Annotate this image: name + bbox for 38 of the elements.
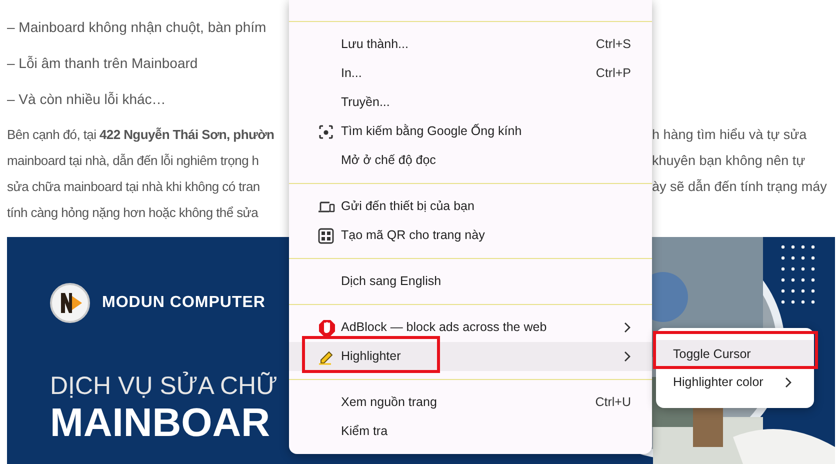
paragraph-text: khuyên bạn không nên tự — [652, 152, 806, 170]
logo-icon — [50, 283, 90, 323]
shortcut-text: Ctrl+S — [596, 36, 631, 54]
menu-item[interactable]: Toggle Cursor — [656, 340, 814, 368]
paragraph-text: h hàng tìm hiểu và tự sửa — [652, 126, 807, 144]
shortcut-text: Ctrl+P — [596, 65, 631, 82]
shortcut-text: Ctrl+U — [595, 394, 631, 412]
menu-item[interactable]: Dịch sang English — [289, 267, 652, 296]
menu-item[interactable]: Highlighter color — [656, 368, 814, 396]
menu-item[interactable]: Truyền... — [289, 88, 652, 117]
banner-heading: MAINBOAR — [50, 401, 270, 445]
menu-item[interactable]: Xem nguồn trang Ctrl+U — [289, 388, 652, 417]
menu-item[interactable]: Highlighter — [289, 342, 652, 371]
paragraph-text: mainboard tại nhà, dẫn đến lỗi nghiêm trọng h — [7, 153, 259, 168]
stop-hand-icon — [318, 318, 336, 336]
chevron-icon — [624, 322, 631, 333]
menu-item[interactable]: Mở ở chế độ đọc — [289, 146, 652, 175]
banner-heading: DỊCH VỤ SỬA CHỮ — [50, 371, 278, 401]
menu-item[interactable]: Gửi đến thiết bị của bạn — [289, 192, 652, 221]
list-item-text: – Mainboard không nhận chuột, bàn phím — [7, 18, 266, 37]
menu-item[interactable]: In... Ctrl+P — [289, 59, 652, 88]
paragraph-text: tính càng hỏng nặng hơn hoặc không thể sửa — [7, 205, 258, 220]
paragraph-text: sửa chữa mainboard tại nhà khi không có tran — [7, 179, 260, 194]
menu-item[interactable]: Tạo mã QR cho trang này — [289, 221, 652, 250]
paragraph-text: Bên cạnh đó, tại 422 Nguyễn Thái Sơn, phườn — [7, 127, 274, 142]
brand-name: MODUN COMPUTER — [102, 293, 266, 313]
menu-item[interactable]: Kiểm tra — [289, 417, 652, 446]
qr-code-icon — [318, 228, 334, 244]
chevron-icon — [624, 351, 631, 362]
devices-icon — [318, 200, 335, 212]
menu-item[interactable]: Tìm kiếm bằng Google Ống kính — [289, 117, 652, 146]
menu-item[interactable]: AdBlock — block ads across the web — [289, 313, 652, 342]
lens-icon — [318, 124, 334, 140]
list-item-text: – Và còn nhiều lỗi khác… — [7, 90, 166, 108]
menu-item[interactable]: Lưu thành... Ctrl+S — [289, 30, 652, 59]
paragraph-text: ày sẽ dẫn đến tính trạng máy — [652, 178, 827, 196]
list-item-text: – Lỗi âm thanh trên Mainboard — [7, 54, 198, 72]
chevron-icon — [785, 376, 792, 388]
